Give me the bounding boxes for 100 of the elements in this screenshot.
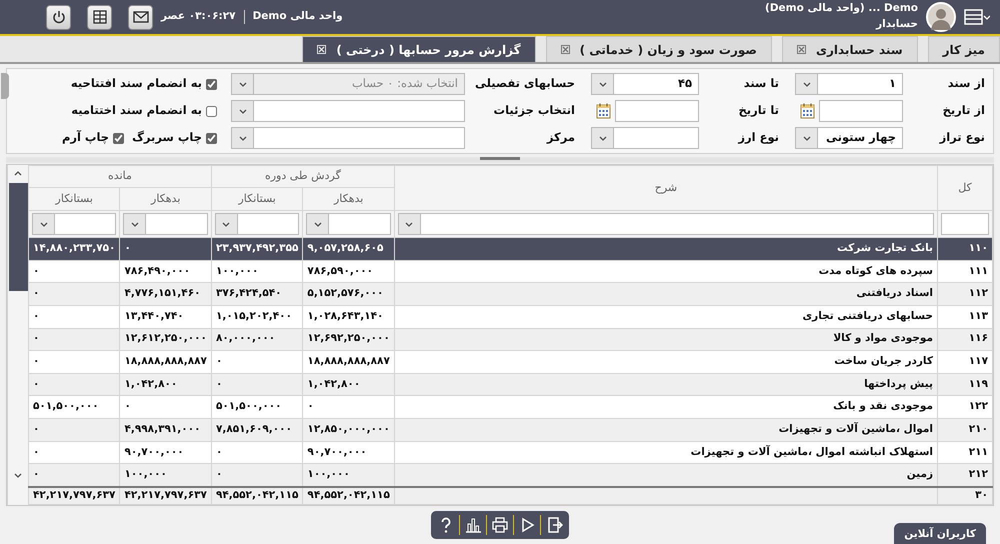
calendar-icon[interactable] (596, 103, 610, 119)
dropdown-button[interactable] (214, 213, 237, 235)
table-cell: ۰ (28, 350, 120, 374)
tab[interactable]: سند حسابداری (782, 36, 918, 62)
tab[interactable]: گزارش مرور حسابها ( درختی ) (302, 36, 536, 62)
table-cell: ۵,۱۵۲,۵۷۶,۰۰۰ (302, 282, 394, 306)
table-cell: ۰ (28, 464, 120, 486)
dropdown-button[interactable] (231, 100, 253, 122)
dropdown-button[interactable] (795, 73, 817, 95)
menu-icon[interactable] (964, 8, 990, 26)
table-row[interactable]: ۱۱۱ سپرده های کوتاه مدت ۷۸۶,۵۹۰,۰۰۰ ۱۰۰,۰۰۰ ۷۸۶,۴۹۰,۰۰۰ ۰ (28, 260, 992, 283)
table-cell: ۱۲۲ (938, 396, 992, 418)
filter-field[interactable] (941, 213, 989, 235)
table-row[interactable]: ۲۱۱ استهلاک انباشته اموال ،ماشین آلات و تجهیزات ۹۰,۷۰۰,۰۰۰ ۰ ۹۰,۷۰۰,۰۰۰ ۰ (28, 441, 992, 464)
table-cell: ۲۱۱ (938, 441, 992, 464)
checkbox[interactable] (113, 132, 124, 144)
date-field[interactable] (615, 100, 699, 122)
table-cell: ۱,۰۲۸,۶۴۳,۱۴۰ (302, 305, 394, 328)
chevron-down-icon (130, 220, 140, 228)
column-header[interactable]: شرح (394, 166, 938, 210)
dropdown-button[interactable] (123, 213, 146, 235)
total-cell: ۹۴,۵۵۲,۰۴۲,۱۱۵ (211, 486, 303, 504)
table-cell: پیش پرداختها (394, 373, 938, 396)
field-label: نوع ارز (736, 129, 780, 146)
table-row[interactable]: ۱۲۲ موجودی نقد و بانک ۰ ۵۰۱,۵۰۰,۰۰۰ ۰ ۵۰۱,۵۰۰,۰۰۰ (28, 396, 992, 418)
user-role: حسابدار (874, 17, 918, 32)
table-cell: کاردر جریان ساخت (394, 350, 938, 374)
checkbox[interactable] (206, 132, 217, 144)
table-cell: ۰ (120, 238, 212, 260)
scroll-down-icon[interactable] (13, 471, 23, 479)
filter-field[interactable] (236, 213, 300, 235)
select-field[interactable] (613, 127, 699, 149)
column-header[interactable]: بستانکار (211, 188, 303, 210)
bar-chart-icon[interactable] (464, 516, 482, 534)
table-row[interactable]: ۲۱۲ زمین ۱۰۰,۰۰۰ ۰ ۱۰۰,۰۰۰ ۰ (28, 464, 992, 486)
dropdown-button[interactable] (591, 73, 613, 95)
close-icon[interactable] (796, 45, 806, 54)
select-field[interactable] (253, 127, 465, 149)
select-field[interactable] (253, 100, 465, 122)
table-row[interactable]: ۲۱۰ اموال ،ماشین آلات و تجهیزات ۱۲,۸۵۰,۰۰۰,۰۰۰ ۷,۸۵۱,۶۰۹,۰۰۰ ۴,۹۹۸,۳۹۱,۰۰۰ ۰ (28, 418, 992, 442)
dropdown-button[interactable] (795, 127, 817, 149)
close-icon[interactable] (560, 45, 570, 54)
table-row[interactable]: ۱۱۷ کاردر جریان ساخت ۱۸,۸۸۸,۸۸۸,۸۸۷ ۰ ۱۸,۸۸۸,۸۸۸,۸۸۷ ۰ (28, 350, 992, 374)
table-cell: ۰ (211, 350, 303, 374)
mail-icon (132, 11, 148, 23)
date-field[interactable] (819, 100, 903, 122)
select-field[interactable]: چهار ستونی (817, 127, 903, 149)
table-row[interactable]: ۱۱۹ پیش پرداختها ۱,۰۴۲,۸۰۰ ۰ ۱,۰۴۲,۸۰۰ ۰ (28, 373, 992, 396)
table-cell: ۳۷۶,۴۲۴,۵۴۰ (211, 282, 303, 306)
scrollbar-thumb[interactable] (8, 183, 28, 291)
side-handle[interactable] (1, 73, 9, 99)
dropdown-button[interactable] (398, 213, 420, 235)
table-row[interactable]: ۱۱۰ بانک تجارت شرکت ۹,۰۵۷,۲۵۸,۶۰۵ ۲۳,۹۳۷,۴۹۲,۳۵۵ ۰ ۱۴,۸۸۰,۲۳۳,۷۵۰ (28, 238, 992, 260)
online-users-tab[interactable]: کاربران آنلاین (894, 523, 986, 544)
dropdown-button[interactable] (591, 127, 613, 149)
table-cell: زمین (394, 464, 938, 486)
table-row[interactable]: ۱۱۲ اسناد دریافتنی ۵,۱۵۲,۵۷۶,۰۰۰ ۳۷۶,۴۲۴,۵۴۰ ۴,۷۷۶,۱۵۱,۴۶۰ ۰ (28, 282, 992, 306)
column-header[interactable]: بدهکار (302, 188, 394, 210)
splitter-handle[interactable] (480, 157, 520, 160)
table-cell: اسناد دریافتنی (394, 282, 938, 306)
dropdown-button[interactable] (306, 213, 328, 235)
tab[interactable]: صورت سود و زیان ( خدماتی ) (546, 36, 772, 62)
table-row[interactable]: ۱۱۳ حسابهای دریافتنی تجاری ۱,۰۲۸,۶۴۳,۱۴۰ ۱,۰۱۵,۲۰۲,۴۰۰ ۱۳,۴۴۰,۷۴۰ ۰ (28, 305, 992, 328)
table-cell: ۱۰۰,۰۰۰ (302, 464, 394, 486)
filter-field[interactable] (420, 213, 934, 235)
column-header[interactable]: کل (938, 166, 992, 210)
dropdown-button[interactable] (231, 73, 253, 95)
filter-field[interactable] (54, 213, 116, 235)
table-cell: ۰ (120, 396, 212, 418)
table-cell: ۱۴,۸۸۰,۲۳۳,۷۵۰ (28, 238, 120, 260)
checkbox-label: به انضمام سند اختتامیه (71, 102, 202, 120)
select-field[interactable]: ۴۵ (613, 73, 699, 95)
chevron-down-icon (221, 220, 232, 228)
table-row[interactable]: ۱۱۶ موجودی مواد و کالا ۱۲,۶۹۲,۲۵۰,۰۰۰ ۸۰,۰۰۰,۰۰۰ ۱۲,۶۱۲,۲۵۰,۰۰۰ ۰ (28, 328, 992, 351)
grid-button[interactable] (87, 4, 112, 30)
table-cell: ۱۱۷ (938, 350, 992, 374)
table-cell: ۲۳,۹۳۷,۴۹۲,۳۵۵ (211, 238, 303, 260)
table-cell: ۰ (211, 373, 303, 396)
total-cell: ۴۲,۲۱۷,۷۹۷,۶۳۷ (28, 486, 120, 504)
print-icon[interactable] (491, 516, 509, 534)
field-label: حسابهای تفصیلی (474, 75, 576, 92)
dropdown-button[interactable] (231, 127, 253, 149)
power-button[interactable] (46, 4, 71, 30)
column-header[interactable]: بدهکار (120, 188, 212, 210)
chevron-down-icon (312, 220, 323, 228)
filter-field[interactable] (328, 213, 391, 235)
table-cell: ۵۰۱,۵۰۰,۰۰۰ (211, 396, 303, 418)
dropdown-button[interactable] (32, 213, 54, 235)
table-cell: ۱۸,۸۸۸,۸۸۸,۸۸۷ (302, 350, 394, 374)
mail-button[interactable] (128, 4, 153, 30)
checkbox[interactable] (206, 78, 217, 90)
filter-field[interactable] (145, 213, 208, 235)
table-cell: ۱۱۰ (938, 238, 992, 260)
scroll-up-icon[interactable] (13, 169, 23, 177)
select-field[interactable]: ۱ (817, 73, 903, 95)
column-header[interactable]: بستانکار (28, 188, 120, 210)
tab[interactable]: میز کار (928, 36, 1000, 62)
checkbox[interactable] (206, 106, 217, 116)
calendar-icon[interactable] (800, 103, 814, 119)
chevron-down-icon (38, 220, 48, 228)
